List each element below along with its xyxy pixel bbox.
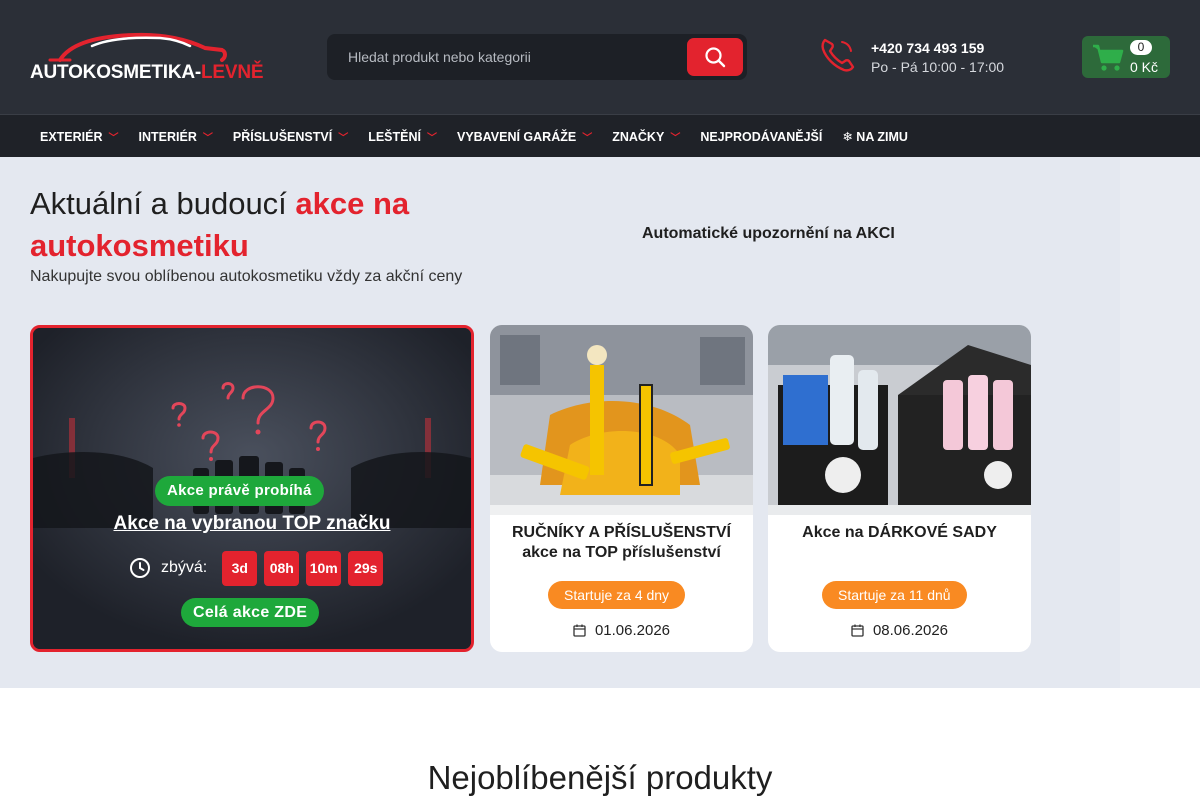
- search-input[interactable]: [327, 34, 687, 80]
- chevron-down-icon: ﹀: [338, 133, 349, 144]
- countdown-minutes: 10m: [306, 550, 342, 586]
- nav-item-na-zimu[interactable]: ❄ NA ZIMU: [832, 129, 918, 144]
- gift-sets-image: [768, 325, 1031, 515]
- nav-item-prislusenstvi[interactable]: PŘÍSLUŠENSTVÍ ﹀: [223, 129, 358, 145]
- nav-item-nejprodavanejsi[interactable]: NEJPRODÁVANĚJŠÍ: [690, 130, 832, 144]
- search-bar: [327, 34, 747, 80]
- upcoming-deal-card[interactable]: RUČNÍKY A PŘÍSLUŠENSTVÍ akce na TOP přís…: [490, 325, 753, 652]
- section-title-popular: Nejoblíbenější produkty: [427, 759, 773, 796]
- car-logo-icon: [48, 32, 227, 62]
- opening-hours: Po - Pá 10:00 - 17:00: [871, 59, 1005, 75]
- deal-notification-link[interactable]: Automatické upozornění na AKCI: [642, 225, 895, 243]
- cart-icon: [1093, 44, 1124, 71]
- status-badge: Akce právě probíhá: [155, 476, 324, 506]
- countdown-label: zbývá:: [161, 559, 208, 576]
- countdown-seconds: 29s: [348, 550, 384, 586]
- countdown-timer: zbývá: 3d 08h 10m 29s: [129, 550, 384, 586]
- nav-item-interier[interactable]: INTERIÉR ﹀: [129, 129, 223, 145]
- view-deal-button[interactable]: Celá akce ZDE: [181, 598, 320, 627]
- header: AUTOKOSMETIKA-LEVNĚ +420 734 493 159 Po …: [0, 0, 1200, 114]
- countdown-hours: 08h: [264, 550, 300, 586]
- chevron-down-icon: ﹀: [426, 133, 437, 144]
- search-button[interactable]: [687, 38, 743, 76]
- nav-item-znacky[interactable]: ZNAČKY ﹀: [602, 129, 690, 145]
- calendar-icon: [851, 624, 864, 637]
- page-title: Aktuální a budoucí akce na autokosmetiku: [30, 186, 410, 263]
- main-nav: EXTERIÉR ﹀ INTERIÉR ﹀ PŘÍSLUŠENSTVÍ ﹀ LEŠTĚ…: [0, 114, 1200, 157]
- cart-count-badge: 0: [1130, 40, 1152, 55]
- start-countdown-badge: Startuje za 4 dny: [548, 581, 686, 609]
- site-logo[interactable]: AUTOKOSMETIKA-LEVNĚ: [30, 30, 264, 86]
- towels-accessories-image: [490, 325, 753, 515]
- chevron-down-icon: ﹀: [670, 133, 681, 144]
- countdown-days: 3d: [222, 550, 258, 586]
- clock-icon: [130, 558, 150, 578]
- section-edge: [1120, 157, 1200, 688]
- page-subtitle: Nakupujte svou oblíbenou autokosmetiku v…: [30, 268, 463, 285]
- active-deal-title[interactable]: Akce na vybranou TOP značku: [33, 513, 471, 535]
- calendar-icon: [573, 624, 586, 637]
- nav-item-exterier[interactable]: EXTERIÉR ﹀: [30, 129, 129, 145]
- chevron-down-icon: ﹀: [202, 133, 213, 144]
- upcoming-deal-title: RUČNÍKY A PŘÍSLUŠENSTVÍ akce na TOP přís…: [512, 524, 731, 561]
- phone-icon: [821, 38, 855, 72]
- deal-date: 01.06.2026: [490, 622, 753, 639]
- active-deal-card[interactable]: Akce právě probíhá Akce na vybranou TOP …: [30, 325, 474, 652]
- deal-date: 08.06.2026: [768, 622, 1031, 639]
- logo-text: AUTOKOSMETIKA-LEVNĚ: [30, 62, 264, 83]
- upcoming-deal-card[interactable]: Akce na DÁRKOVÉ SADY Startuje za 11 dnů …: [768, 325, 1031, 652]
- nav-item-lesteni[interactable]: LEŠTĚNÍ ﹀: [358, 129, 447, 145]
- cart-total: 0 Kč: [1130, 59, 1159, 75]
- nav-item-vybaveni-garaze[interactable]: VYBAVENÍ GARÁŽE ﹀: [447, 129, 602, 145]
- chevron-down-icon: ﹀: [582, 133, 593, 144]
- upcoming-deal-title: Akce na DÁRKOVÉ SADY: [802, 524, 997, 541]
- start-countdown-badge: Startuje za 11 dnů: [822, 581, 967, 609]
- phone-number[interactable]: +420 734 493 159: [871, 40, 984, 56]
- chevron-down-icon: ﹀: [108, 133, 119, 144]
- search-icon: [705, 47, 726, 68]
